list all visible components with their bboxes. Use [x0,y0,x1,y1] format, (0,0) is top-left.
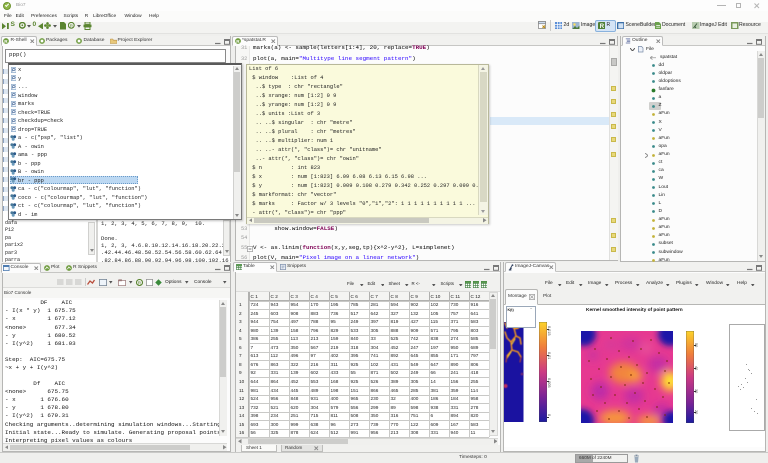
svg-text:R: R [599,24,604,29]
